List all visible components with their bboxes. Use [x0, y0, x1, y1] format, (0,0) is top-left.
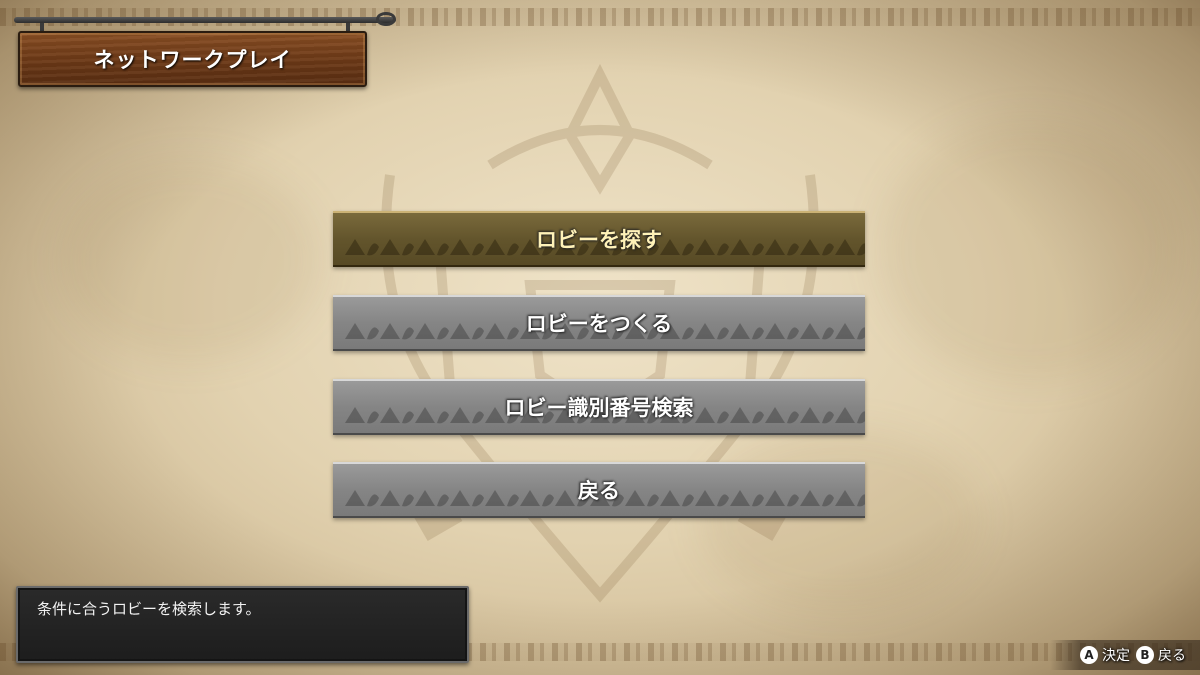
- pattern-motif: [695, 239, 729, 256]
- pattern-motif: [660, 490, 694, 507]
- pattern-motif: [415, 407, 449, 424]
- pattern-motif: [730, 239, 764, 256]
- menu-item-find-lobby[interactable]: ロビーを探す: [333, 211, 865, 267]
- menu-item-lobby-id-search[interactable]: ロビー識別番号検索: [333, 379, 865, 435]
- pattern-motif: [835, 323, 865, 340]
- menu-item-create-lobby[interactable]: ロビーをつくる: [333, 295, 865, 351]
- pattern-motif: [835, 490, 865, 507]
- pattern-motif: [800, 239, 834, 256]
- title-rod-knob: [376, 12, 396, 26]
- pattern-motif: [835, 407, 865, 424]
- hint-confirm-label: 決定: [1102, 648, 1130, 664]
- pattern-motif: [800, 407, 834, 424]
- pattern-motif: [345, 490, 379, 507]
- pattern-motif: [380, 239, 414, 256]
- menu-item-label: ロビー識別番号検索: [504, 396, 694, 420]
- pattern-motif: [765, 323, 799, 340]
- menu-item-label: ロビーをつくる: [525, 312, 673, 336]
- pattern-motif: [695, 323, 729, 340]
- parchment-stain: [880, 120, 1180, 380]
- pattern-motif: [415, 323, 449, 340]
- pattern-motif: [730, 490, 764, 507]
- pattern-motif: [450, 407, 484, 424]
- title-plaque: ネットワークプレイ: [18, 31, 367, 87]
- help-box: 条件に合うロビーを検索します。: [16, 586, 469, 663]
- pattern-motif: [695, 407, 729, 424]
- pattern-motif: [450, 239, 484, 256]
- help-text: 条件に合うロビーを検索します。: [37, 600, 261, 618]
- b-button-icon: B: [1136, 646, 1154, 664]
- pattern-motif: [450, 490, 484, 507]
- pattern-motif: [730, 407, 764, 424]
- screen-title: ネットワークプレイ: [93, 48, 292, 72]
- pattern-motif: [730, 323, 764, 340]
- pattern-motif: [380, 323, 414, 340]
- pattern-motif: [345, 239, 379, 256]
- pattern-motif: [345, 407, 379, 424]
- pattern-motif: [625, 490, 659, 507]
- pattern-motif: [485, 323, 519, 340]
- parchment-stain: [60, 160, 320, 360]
- pattern-motif: [380, 490, 414, 507]
- pattern-motif: [695, 490, 729, 507]
- pattern-motif: [520, 490, 554, 507]
- pattern-motif: [660, 239, 694, 256]
- hint-confirm[interactable]: A 決定: [1080, 645, 1130, 665]
- pattern-motif: [765, 239, 799, 256]
- menu-item-label: ロビーを探す: [536, 228, 662, 252]
- hint-back[interactable]: B 戻る: [1136, 645, 1186, 665]
- hint-back-label: 戻る: [1158, 648, 1186, 664]
- pattern-motif: [380, 407, 414, 424]
- a-button-icon: A: [1080, 646, 1098, 664]
- pattern-motif: [765, 490, 799, 507]
- pattern-motif: [835, 239, 865, 256]
- button-hints: A 決定 B 戻る: [1080, 643, 1186, 667]
- pattern-motif: [485, 490, 519, 507]
- pattern-motif: [345, 323, 379, 340]
- pattern-motif: [485, 239, 519, 256]
- pattern-motif: [415, 239, 449, 256]
- pattern-motif: [800, 490, 834, 507]
- title-rod: [14, 17, 396, 23]
- pattern-motif: [450, 323, 484, 340]
- pattern-motif: [765, 407, 799, 424]
- menu-item-label: 戻る: [578, 479, 620, 503]
- pattern-motif: [415, 490, 449, 507]
- menu-item-back[interactable]: 戻る: [333, 462, 865, 518]
- pattern-motif: [800, 323, 834, 340]
